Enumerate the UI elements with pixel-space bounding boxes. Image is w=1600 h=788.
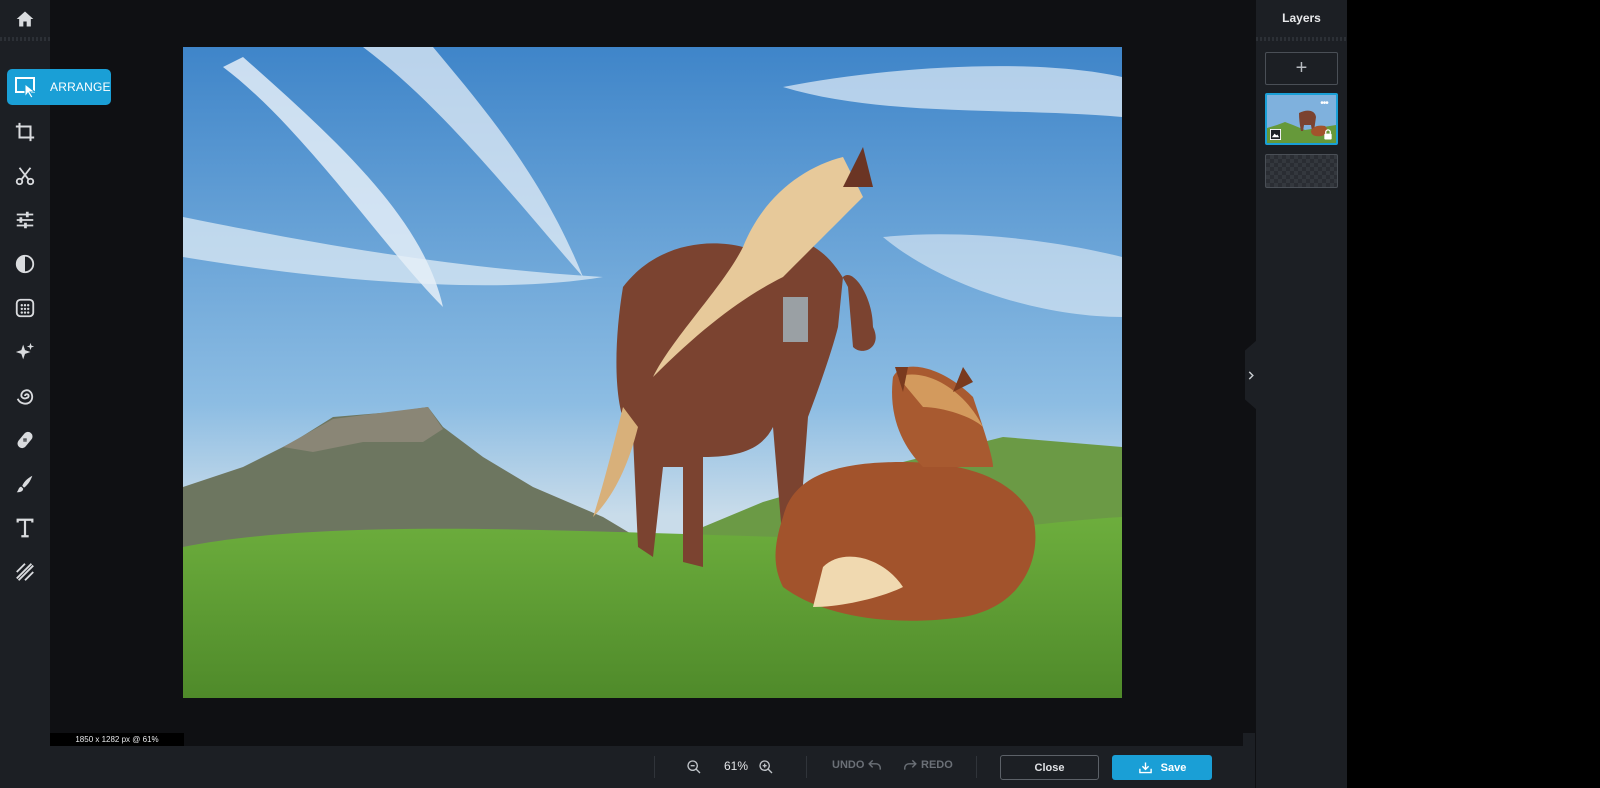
redo-button[interactable]: REDO — [903, 759, 953, 771]
tool-crop[interactable] — [0, 110, 50, 154]
scroll-corner — [1243, 733, 1255, 746]
bottom-bar: 61% UNDO REDO Close Save — [50, 746, 1255, 788]
canvas-area[interactable] — [50, 0, 1255, 746]
bandage-icon — [17, 431, 33, 449]
undo-button[interactable]: UNDO — [832, 759, 882, 771]
text-icon — [16, 518, 34, 538]
image-icon — [1270, 129, 1281, 140]
save-button[interactable]: Save — [1112, 755, 1212, 780]
contrast-icon — [15, 254, 35, 274]
tool-effects[interactable] — [0, 286, 50, 330]
divider — [806, 756, 807, 778]
sliders-icon — [16, 211, 34, 229]
zoom-out-button[interactable] — [684, 757, 704, 777]
tool-retouch[interactable] — [0, 418, 50, 462]
layer-photo[interactable]: ••• — [1265, 93, 1338, 145]
layer-menu-button[interactable]: ••• — [1314, 97, 1334, 109]
close-button[interactable]: Close — [1000, 755, 1099, 780]
add-layer-button[interactable]: + — [1265, 52, 1338, 85]
undo-icon — [868, 759, 882, 770]
layer-transparent[interactable] — [1265, 154, 1338, 188]
arrange-label: ARRANGE — [50, 80, 111, 94]
layers-divider — [1256, 37, 1347, 41]
redo-label: REDO — [921, 759, 953, 771]
arrange-icon — [15, 77, 37, 99]
layers-title: Layers — [1282, 11, 1321, 25]
tool-arrange[interactable]: ARRANGE — [7, 69, 111, 105]
toolbar-divider — [0, 37, 50, 41]
undo-label: UNDO — [832, 759, 865, 771]
tool-texture[interactable] — [0, 550, 50, 594]
zoom-out-icon — [687, 760, 701, 774]
swirl-icon — [16, 389, 34, 405]
divider — [654, 756, 655, 778]
tool-adjust[interactable] — [0, 198, 50, 242]
tool-filter[interactable] — [0, 242, 50, 286]
scissors-icon — [15, 167, 35, 186]
save-label: Save — [1160, 761, 1187, 774]
tool-text[interactable] — [0, 506, 50, 550]
left-toolbar: ARRANGE — [0, 0, 111, 788]
brush-icon — [16, 475, 33, 493]
redo-icon — [904, 759, 917, 770]
chevron-right-icon — [1248, 370, 1254, 380]
lock-icon — [1324, 129, 1332, 140]
crop-icon — [15, 122, 35, 142]
home-icon — [16, 11, 34, 27]
zoom-level: 61% — [724, 759, 749, 773]
photo-editor-app: ARRANGE 1850 x 1282 px @ 61% 61% UNDO RE… — [0, 0, 1347, 788]
texture-icon — [16, 563, 34, 581]
divider — [976, 756, 977, 778]
tool-cut[interactable] — [0, 154, 50, 198]
horses-image — [183, 47, 1122, 698]
tool-magic[interactable] — [0, 330, 50, 374]
layers-panel: Layers + ••• — [1256, 0, 1347, 788]
grid-dots-icon — [15, 298, 35, 318]
zoom-in-button[interactable] — [756, 757, 776, 777]
home-button[interactable] — [0, 0, 50, 38]
download-icon — [1138, 762, 1152, 774]
image-dimensions-label: 1850 x 1282 px @ 61% — [50, 733, 184, 746]
tool-distort[interactable] — [0, 374, 50, 418]
zoom-in-icon — [759, 760, 773, 774]
tool-paint[interactable] — [0, 462, 50, 506]
sparkle-icon — [15, 342, 35, 360]
photo-horses[interactable] — [183, 47, 1122, 698]
